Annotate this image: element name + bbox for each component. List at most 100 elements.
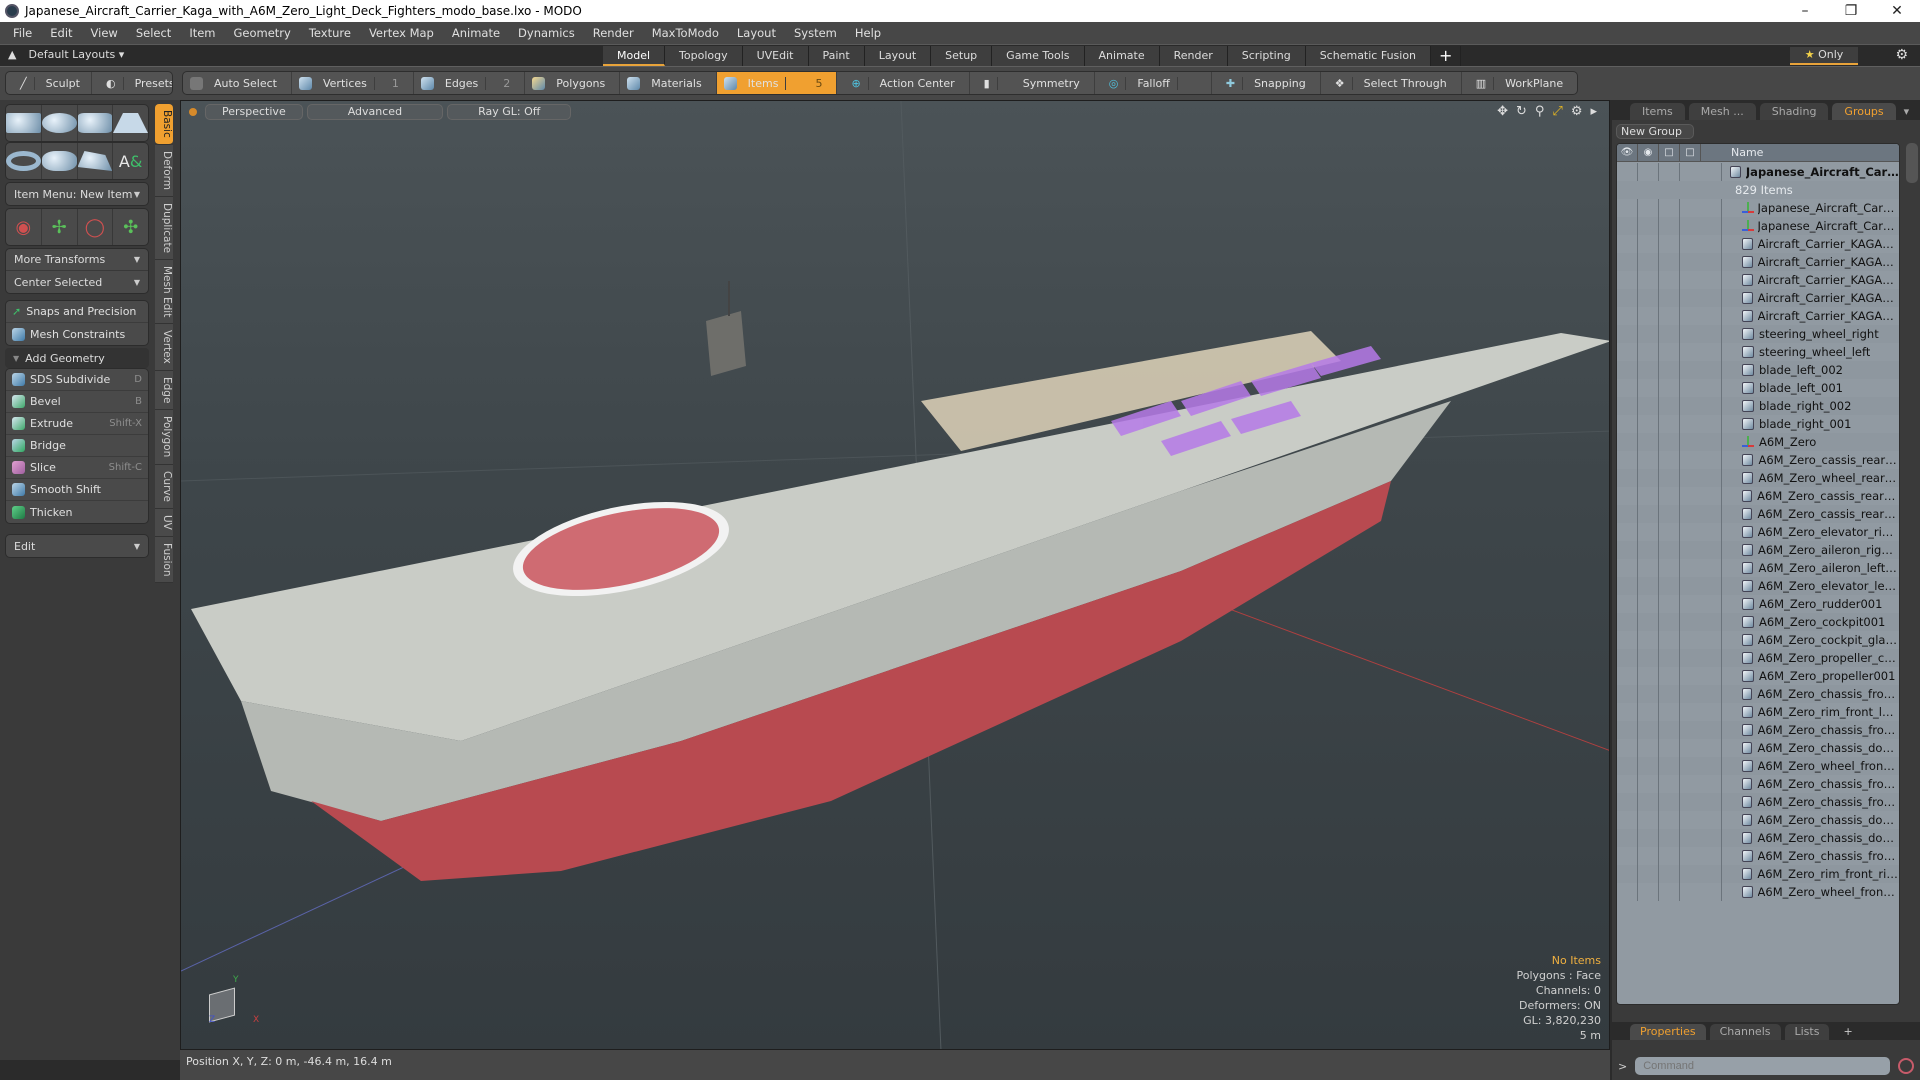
vtab-edge[interactable]: Edge bbox=[155, 370, 173, 411]
row-toggles[interactable] bbox=[1617, 811, 1722, 829]
tab-lists[interactable]: Lists bbox=[1784, 1024, 1830, 1040]
gear-icon[interactable]: ⚙ bbox=[1895, 47, 1908, 63]
row-toggles[interactable] bbox=[1617, 361, 1722, 379]
visibility-column-icon[interactable]: 👁 bbox=[1617, 144, 1638, 161]
torus-primitive-button[interactable] bbox=[6, 143, 42, 179]
row-toggles[interactable] bbox=[1617, 343, 1722, 361]
menu-render[interactable]: Render bbox=[584, 26, 643, 40]
tab-topology[interactable]: Topology bbox=[665, 46, 743, 66]
menu-file[interactable]: File bbox=[4, 26, 41, 40]
workplane-button[interactable]: ▥ WorkPlane bbox=[1462, 72, 1577, 94]
tree-item-row[interactable]: A6M_Zero_elevator_left001 bbox=[1617, 577, 1899, 595]
tree-item-row[interactable]: blade_left_001 bbox=[1617, 379, 1899, 397]
vtab-vertex[interactable]: Vertex bbox=[155, 324, 173, 371]
snapping-button[interactable]: ✚ Snapping bbox=[1212, 72, 1321, 94]
row-toggles[interactable] bbox=[1617, 217, 1722, 235]
row-toggles[interactable] bbox=[1617, 379, 1722, 397]
tree-item-row[interactable]: A6M_Zero_cassis_rear_rim001 bbox=[1617, 487, 1899, 505]
sculpt-button[interactable]: ╱ Sculpt bbox=[6, 72, 92, 94]
tree-item-row[interactable]: blade_right_001 bbox=[1617, 415, 1899, 433]
expand-arrow-icon[interactable]: ▸ bbox=[1590, 104, 1597, 119]
row-toggles[interactable] bbox=[1617, 829, 1722, 847]
tree-item-row[interactable]: A6M_Zero_cassis_rear001 bbox=[1617, 451, 1899, 469]
tree-item-row[interactable]: A6M_Zero_cockpit001 bbox=[1617, 613, 1899, 631]
tabs-dropdown-icon[interactable]: ▾ bbox=[1900, 103, 1914, 120]
tab-items[interactable]: Items bbox=[1630, 103, 1685, 120]
tool-sds-subdivide[interactable]: SDS Subdivide D bbox=[6, 369, 148, 391]
tool-thicken[interactable]: Thicken bbox=[6, 501, 148, 523]
tree-item-row[interactable]: steering_wheel_right bbox=[1617, 325, 1899, 343]
row-toggles[interactable] bbox=[1617, 505, 1722, 523]
row-toggles[interactable] bbox=[1617, 163, 1722, 181]
pen-tool-button[interactable] bbox=[77, 143, 114, 179]
tab-channels[interactable]: Channels bbox=[1709, 1024, 1781, 1040]
text-tool-button[interactable]: A& bbox=[113, 143, 148, 179]
move-button[interactable]: ✢ bbox=[42, 209, 78, 245]
tree-item-row[interactable]: A6M_Zero_aileron_right001 bbox=[1617, 541, 1899, 559]
presets-button[interactable]: ◐PresetsF6 bbox=[92, 72, 172, 94]
vertices-button[interactable]: Vertices 1 bbox=[292, 72, 414, 94]
menu-system[interactable]: System bbox=[785, 26, 846, 40]
tree-item-row[interactable]: Japanese_Aircraft_Carrier_... bbox=[1617, 217, 1899, 235]
row-toggles[interactable] bbox=[1617, 793, 1722, 811]
tree-item-row[interactable]: A6M_Zero_propeller_cap001 bbox=[1617, 649, 1899, 667]
tree-item-row[interactable]: Aircraft_Carrier_KAGA_Part... bbox=[1617, 271, 1899, 289]
menu-edit[interactable]: Edit bbox=[41, 26, 81, 40]
center-selected-dropdown[interactable]: Center Selected ▼ bbox=[6, 271, 148, 293]
tree-item-row[interactable]: A6M_Zero_wheel_front_left... bbox=[1617, 757, 1899, 775]
menu-item[interactable]: Item bbox=[180, 26, 224, 40]
shading-mode-dropdown[interactable]: Advanced bbox=[306, 104, 444, 120]
row-toggles[interactable] bbox=[1617, 613, 1722, 631]
vtab-mesh-edit[interactable]: Mesh Edit bbox=[155, 259, 173, 325]
row-toggles[interactable] bbox=[1617, 487, 1722, 505]
raygl-toggle[interactable]: Ray GL: Off bbox=[447, 104, 572, 120]
snaps-precision-button[interactable]: ➚ Snaps and Precision bbox=[6, 301, 148, 323]
row-toggles[interactable] bbox=[1617, 523, 1722, 541]
record-macro-icon[interactable] bbox=[1898, 1058, 1915, 1074]
tab-schematic-fusion[interactable]: Schematic Fusion bbox=[1305, 46, 1432, 66]
more-transforms-dropdown[interactable]: More Transforms ▼ bbox=[6, 249, 148, 271]
falloff-button[interactable]: ◎ Falloff bbox=[1095, 72, 1212, 94]
tree-item-row[interactable]: A6M_Zero_cockpit_glass001 bbox=[1617, 631, 1899, 649]
tab-mesh[interactable]: Mesh ... bbox=[1688, 103, 1756, 120]
tree-item-row[interactable]: Aircraft_Carrier_KAGA_Part... bbox=[1617, 235, 1899, 253]
edit-dropdown[interactable]: Edit ▼ bbox=[6, 535, 148, 557]
viewport-options-icon[interactable] bbox=[189, 108, 197, 116]
row-toggles[interactable] bbox=[1617, 289, 1722, 307]
row-toggles[interactable] bbox=[1617, 451, 1722, 469]
cube-primitive-button[interactable] bbox=[6, 105, 42, 141]
row-toggles[interactable] bbox=[1617, 847, 1722, 865]
rotate-button[interactable]: ◯ bbox=[78, 209, 114, 245]
viewport-gear-icon[interactable]: ⚙ bbox=[1571, 104, 1583, 119]
name-column-header[interactable]: Name bbox=[1701, 144, 1763, 161]
tree-item-row[interactable]: A6M_Zero_chassis_door_lef... bbox=[1617, 829, 1899, 847]
row-toggles[interactable] bbox=[1617, 721, 1722, 739]
add-tab-button[interactable]: + bbox=[1431, 46, 1462, 66]
menu-vertex-map[interactable]: Vertex Map bbox=[360, 26, 443, 40]
row-toggles[interactable] bbox=[1617, 235, 1722, 253]
vtab-basic[interactable]: Basic bbox=[155, 104, 173, 145]
tab-scripting[interactable]: Scripting bbox=[1227, 46, 1306, 66]
tree-item-row[interactable]: Japanese_Aircraft_Carrier_... bbox=[1617, 199, 1899, 217]
row-toggles[interactable] bbox=[1617, 397, 1722, 415]
tree-item-row[interactable]: A6M_Zero_wheel_front_rig ... bbox=[1617, 883, 1899, 901]
menu-view[interactable]: View bbox=[82, 26, 127, 40]
menu-help[interactable]: Help bbox=[846, 26, 890, 40]
group-root-row[interactable]: Japanese_Aircraft_Carrie... bbox=[1617, 163, 1899, 181]
tree-item-row[interactable]: blade_left_002 bbox=[1617, 361, 1899, 379]
row-toggles[interactable] bbox=[1617, 469, 1722, 487]
only-toggle[interactable]: ★ Only bbox=[1790, 47, 1858, 65]
layout-toggle-icon[interactable]: ▲ bbox=[8, 48, 16, 61]
vtab-polygon[interactable]: Polygon bbox=[155, 410, 173, 465]
menu-maxtomodo[interactable]: MaxToModo bbox=[643, 26, 728, 40]
row-toggles[interactable] bbox=[1617, 199, 1722, 217]
vtab-uv[interactable]: UV bbox=[155, 508, 173, 537]
add-geometry-header[interactable]: ▼ Add Geometry bbox=[5, 348, 149, 368]
row-toggles[interactable] bbox=[1617, 271, 1722, 289]
tree-item-row[interactable]: A6M_Zero_chassis_front_le ... bbox=[1617, 685, 1899, 703]
vtab-fusion[interactable]: Fusion bbox=[155, 536, 173, 584]
menu-animate[interactable]: Animate bbox=[443, 26, 509, 40]
command-input[interactable] bbox=[1635, 1057, 1891, 1075]
tab-model[interactable]: Model bbox=[603, 46, 666, 66]
tool-smooth-shift[interactable]: Smooth Shift bbox=[6, 479, 148, 501]
